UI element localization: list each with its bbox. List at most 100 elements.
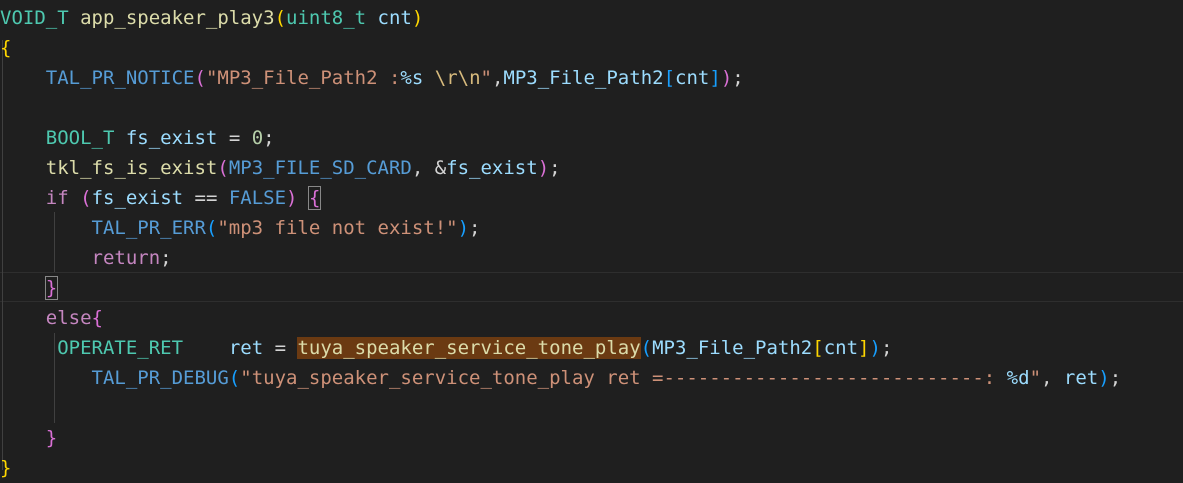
code-token: ( [205,217,218,239]
code-token: fs_exist [125,127,218,149]
code-token: MP3_File_Path2 [503,67,664,89]
code-line[interactable]: TAL_PR_NOTICE("MP3_File_Path2 :%s \r\n",… [0,63,1183,93]
code-token: OPERATE_RET [57,337,184,359]
code-token: ) [720,67,733,89]
code-token: ) [1098,367,1110,389]
code-line[interactable]: OPERATE_RET ret = tuya_speaker_service_t… [0,333,1183,363]
code-token: , & [411,157,447,179]
code-token: = [217,127,252,149]
code-token: TAL_PR_NOTICE [45,67,195,89]
code-token: == [183,187,229,209]
code-token: BOOL_T [45,127,115,149]
code-token: ) [457,217,470,239]
code-token: ( [80,187,92,209]
code-token: if [45,187,69,209]
code-token: fs_exist [446,157,538,179]
code-token: cnt [675,67,710,89]
code-token: ; [160,247,172,269]
code-token: app_speaker_play3 [80,7,275,29]
code-token: } [44,276,59,300]
code-token: VOID_T [0,7,69,29]
code-token: ; [263,127,275,149]
code-token: ; [880,337,893,359]
code-token: return [91,247,161,269]
code-line[interactable]: VOID_T app_speaker_play3(uint8_t cnt) [0,3,1183,33]
code-token: ) [411,7,424,29]
code-token: [ [663,67,676,89]
code-token: MP3_FILE_SD_CARD [228,157,412,179]
code-line[interactable]: if (fs_exist == FALSE) { [0,183,1183,213]
code-token: else [45,307,92,329]
code-line[interactable]: TAL_PR_ERR("mp3 file not exist!"); [0,213,1183,243]
code-token: ( [640,337,653,359]
code-token: TAL_PR_ERR [91,217,206,239]
code-token: uint8_t [286,7,367,29]
code-token: ret [1063,367,1099,389]
code-token: , [1041,367,1064,389]
code-token: { [91,307,103,329]
code-token: "MP3_File_Path2 : [205,67,401,89]
code-token: FALSE [228,187,287,209]
code-token: ; [732,67,744,89]
code-token: ( [228,367,241,389]
code-line[interactable]: BOOL_T fs_exist = 0; [0,123,1183,153]
code-token: { [307,186,322,210]
code-token: = [263,337,298,359]
code-token: ( [194,67,206,89]
code-line[interactable]: ​ [0,393,1183,423]
code-token: ; [469,217,481,239]
code-token: ) [537,157,550,179]
code-token: ] [858,337,870,359]
code-line[interactable]: return; [0,243,1183,273]
code-token: } [0,457,12,479]
code-token: ) [286,187,298,209]
code-token: 0 [251,127,264,149]
code-line[interactable]: } [0,453,1183,483]
code-token: cnt [823,337,859,359]
code-line[interactable]: TAL_PR_DEBUG("tuya_speaker_service_tone_… [0,363,1183,393]
code-token: ) [869,337,881,359]
code-token: cnt [377,7,412,29]
code-token: \r\n [434,67,481,89]
code-token: ] [709,67,721,89]
code-token: ( [274,7,287,29]
code-line[interactable]: { [0,33,1183,63]
code-token: tkl_fs_is_exist [45,157,218,179]
code-token: "mp3 file not exist!" [217,217,458,239]
code-token: "tuya_speaker_service_tone_play ret =---… [240,367,1007,389]
code-token: TAL_PR_DEBUG [91,367,229,389]
code-token: %s [400,67,424,89]
code-token: , [491,67,504,89]
code-token: } [45,427,58,449]
code-token: ; [1109,367,1122,389]
code-line[interactable]: } [0,423,1183,453]
code-line[interactable]: ​ [0,93,1183,123]
code-token: MP3_File_Path2 [652,337,813,359]
code-token: ( [217,157,229,179]
code-line[interactable]: tkl_fs_is_exist(MP3_FILE_SD_CARD, &fs_ex… [0,153,1183,183]
code-token: [ [812,337,824,359]
code-token: { [0,37,12,59]
code-editor[interactable]: VOID_T app_speaker_play3(uint8_t cnt){ T… [0,0,1183,479]
code-token: tuya_speaker_service_tone_play [297,337,641,359]
code-line[interactable]: else{ [0,303,1183,333]
code-line[interactable]: } [0,273,1183,303]
code-token: ret [228,337,264,359]
code-token: %d [1006,367,1030,389]
code-token: fs_exist [91,187,184,209]
code-token: " [480,67,492,89]
